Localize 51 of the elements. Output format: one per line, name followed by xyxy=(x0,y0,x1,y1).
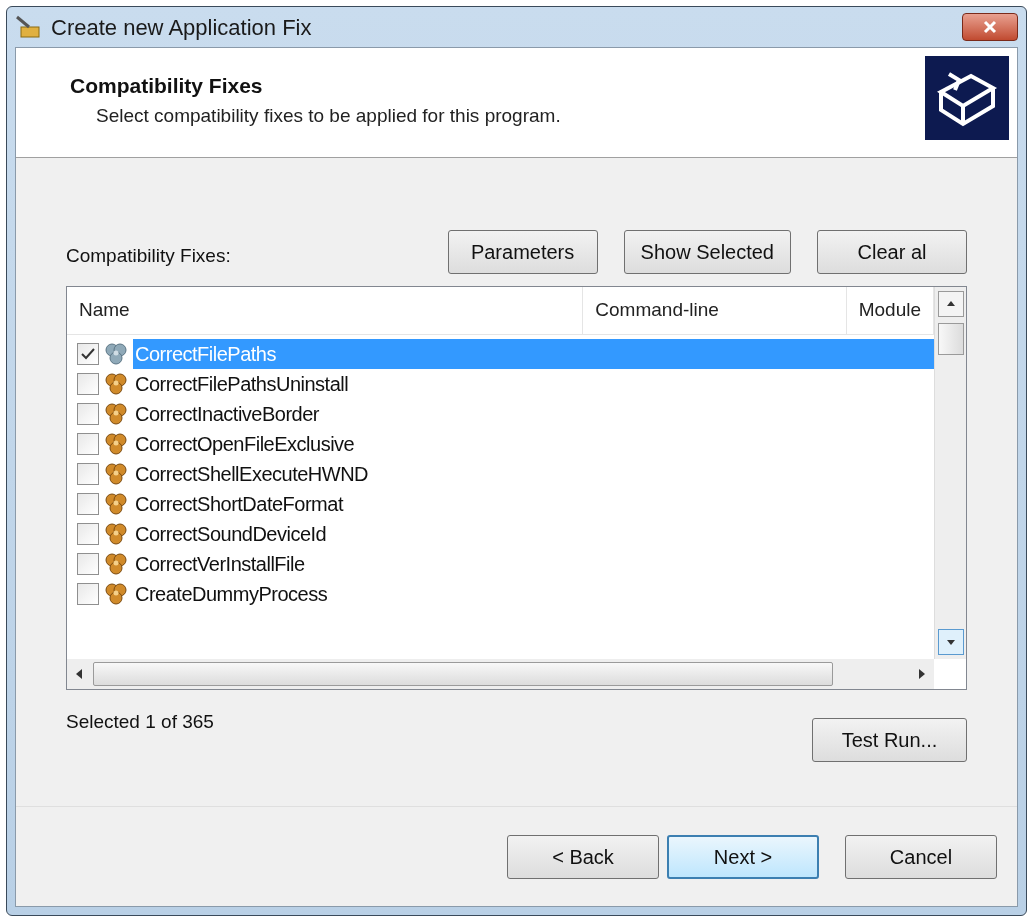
toolbar-button[interactable]: Clear al xyxy=(817,230,967,274)
checkbox[interactable] xyxy=(77,373,99,395)
scroll-thumb[interactable] xyxy=(937,323,964,355)
fix-list-item[interactable]: CorrectShellExecuteHWND xyxy=(133,459,934,489)
checkbox[interactable] xyxy=(77,523,99,545)
gear-icon xyxy=(103,581,129,607)
gear-icon xyxy=(103,551,129,577)
wizard-button[interactable]: Next > xyxy=(667,834,819,879)
header-subtitle: Select compatibility fixes to be applied for this program. xyxy=(95,103,562,128)
fixes-label: Compatibility Fixes: xyxy=(66,243,232,268)
checkbox[interactable] xyxy=(77,433,99,455)
horizontal-scroll-thumb[interactable] xyxy=(93,662,833,686)
gear-icon xyxy=(103,431,129,457)
checkbox[interactable] xyxy=(77,463,99,485)
wizard-button[interactable]: Cancel xyxy=(845,834,997,879)
vertical-scrollbar[interactable] xyxy=(934,287,966,659)
fix-list-item[interactable]: CorrectShortDateFormat xyxy=(133,489,934,519)
test-run-button[interactable]: Test Run... xyxy=(812,718,967,762)
wizard-logo-icon xyxy=(925,56,1009,140)
gear-icon xyxy=(103,521,129,547)
scroll-down-icon xyxy=(937,629,964,655)
fix-list-item[interactable]: CorrectVerInstallFile xyxy=(133,549,934,579)
fix-list-item[interactable]: CorrectSoundDeviceId xyxy=(133,519,934,549)
checkbox[interactable] xyxy=(77,553,99,575)
checkbox[interactable] xyxy=(77,583,99,605)
gear-icon xyxy=(103,491,129,517)
gear-icon xyxy=(103,401,129,427)
close-button[interactable] xyxy=(962,13,1018,41)
header-title: Compatibility Fixes xyxy=(70,73,264,99)
gear-icon xyxy=(103,461,129,487)
fix-list-item[interactable]: CorrectInactiveBorder xyxy=(133,399,934,429)
fix-list-item[interactable]: CreateDummyProcess xyxy=(133,579,934,609)
wizard-button[interactable]: < Back xyxy=(507,834,659,879)
window-title: Create new Application Fix xyxy=(51,13,313,42)
checkbox[interactable] xyxy=(77,493,99,515)
scroll-up-icon xyxy=(937,291,964,317)
checkbox[interactable] xyxy=(77,343,99,365)
toolbar-button[interactable]: Parameters xyxy=(447,230,598,274)
gear-icon xyxy=(103,341,129,367)
close-icon xyxy=(982,20,998,34)
checkbox[interactable] xyxy=(77,403,99,425)
wizard-icon xyxy=(15,15,43,39)
selection-count: Selected 1 of 365 xyxy=(66,710,215,734)
toolbar-button[interactable]: Show Selected xyxy=(623,230,791,274)
check-icon xyxy=(81,348,95,360)
column-header[interactable]: Name xyxy=(67,287,584,334)
fix-list-item[interactable]: CorrectOpenFileExclusive xyxy=(133,429,934,459)
horizontal-scrollbar[interactable] xyxy=(67,659,934,689)
gear-icon xyxy=(103,371,129,397)
fix-list-item[interactable]: CorrectFilePathsUninstall xyxy=(133,369,934,399)
column-header[interactable]: Command-line xyxy=(583,287,847,334)
